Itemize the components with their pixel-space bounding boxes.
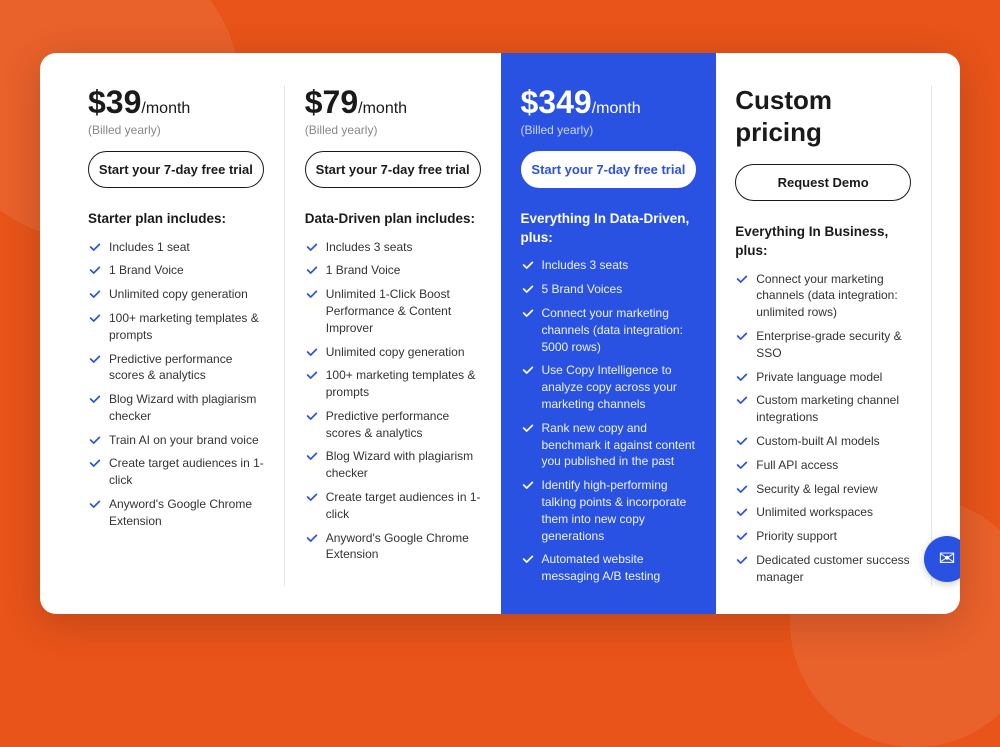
plan-business: $349/month (Billed yearly) Start your 7-… (501, 53, 717, 613)
check-icon (521, 421, 535, 435)
starter-price: $39/month (88, 85, 264, 120)
list-item: Custom-built AI models (735, 433, 911, 450)
check-icon (521, 552, 535, 566)
list-item: Security & legal review (735, 481, 911, 498)
business-feature-list: Includes 3 seats 5 Brand Voices Connect … (521, 257, 697, 585)
check-icon (88, 287, 102, 301)
check-icon (735, 458, 749, 472)
list-item: Unlimited copy generation (305, 344, 481, 361)
check-icon (305, 368, 319, 382)
check-icon (521, 363, 535, 377)
check-icon (305, 263, 319, 277)
pricing-card: $39/month (Billed yearly) Start your 7-d… (40, 53, 960, 613)
check-icon (305, 409, 319, 423)
list-item: Connect your marketing channels (data in… (521, 305, 697, 355)
list-item: Train AI on your brand voice (88, 432, 264, 449)
list-item: Full API access (735, 457, 911, 474)
check-icon (735, 529, 749, 543)
data-driven-feature-list: Includes 3 seats 1 Brand Voice Unlimited… (305, 239, 481, 564)
plan-enterprise: Custom pricing Request Demo Everything I… (715, 85, 932, 585)
list-item: Create target audiences in 1-click (305, 489, 481, 523)
list-item: Includes 1 seat (88, 239, 264, 256)
list-item: 1 Brand Voice (88, 262, 264, 279)
enterprise-feature-list: Connect your marketing channels (data in… (735, 271, 911, 586)
check-icon (305, 531, 319, 545)
check-icon (88, 456, 102, 470)
starter-includes-title: Starter plan includes: (88, 210, 264, 229)
check-icon (88, 392, 102, 406)
check-icon (735, 505, 749, 519)
list-item: Priority support (735, 528, 911, 545)
enterprise-cta-button[interactable]: Request Demo (735, 164, 911, 201)
list-item: Blog Wizard with plagiarism checker (88, 391, 264, 425)
data-driven-includes-title: Data-Driven plan includes: (305, 210, 481, 229)
check-icon (88, 352, 102, 366)
check-icon (88, 240, 102, 254)
check-icon (88, 263, 102, 277)
list-item: Anyword's Google Chrome Extension (88, 496, 264, 530)
list-item: Blog Wizard with plagiarism checker (305, 448, 481, 482)
check-icon (305, 490, 319, 504)
list-item: 100+ marketing templates & prompts (88, 310, 264, 344)
list-item: Includes 3 seats (521, 257, 697, 274)
data-driven-cta-button[interactable]: Start your 7-day free trial (305, 151, 481, 188)
data-driven-price: $79/month (305, 85, 481, 120)
list-item: 5 Brand Voices (521, 281, 697, 298)
check-icon (88, 433, 102, 447)
business-price: $349/month (521, 85, 697, 120)
check-icon (735, 393, 749, 407)
check-icon (305, 345, 319, 359)
list-item: Predictive performance scores & analytic… (305, 408, 481, 442)
check-icon (305, 240, 319, 254)
business-billing: (Billed yearly) (521, 123, 697, 137)
check-icon (735, 272, 749, 286)
starter-feature-list: Includes 1 seat 1 Brand Voice Unlimited … (88, 239, 264, 530)
list-item: 1 Brand Voice (305, 262, 481, 279)
list-item: Connect your marketing channels (data in… (735, 271, 911, 321)
chat-icon: ✉ (939, 546, 956, 571)
enterprise-includes-title: Everything In Business, plus: (735, 223, 911, 261)
list-item: 100+ marketing templates & prompts (305, 367, 481, 401)
check-icon (735, 553, 749, 567)
list-item: Dedicated customer success manager (735, 552, 911, 586)
check-icon (521, 258, 535, 272)
check-icon (88, 497, 102, 511)
enterprise-price: Custom pricing (735, 85, 911, 147)
data-driven-billing: (Billed yearly) (305, 123, 481, 137)
list-item: Private language model (735, 369, 911, 386)
check-icon (521, 478, 535, 492)
list-item: Enterprise-grade security & SSO (735, 328, 911, 362)
check-icon (735, 329, 749, 343)
list-item: Anyword's Google Chrome Extension (305, 530, 481, 564)
check-icon (88, 311, 102, 325)
starter-cta-button[interactable]: Start your 7-day free trial (88, 151, 264, 188)
check-icon (305, 449, 319, 463)
check-icon (735, 370, 749, 384)
list-item: Custom marketing channel integrations (735, 392, 911, 426)
list-item: Automated website messaging A/B testing (521, 551, 697, 585)
plan-data-driven: $79/month (Billed yearly) Start your 7-d… (285, 85, 502, 585)
list-item: Unlimited 1-Click Boost Performance & Co… (305, 286, 481, 336)
list-item: Predictive performance scores & analytic… (88, 351, 264, 385)
business-cta-button[interactable]: Start your 7-day free trial (521, 151, 697, 188)
business-includes-title: Everything In Data-Driven, plus: (521, 210, 697, 248)
list-item: Identify high-performing talking points … (521, 477, 697, 544)
chat-button[interactable]: ✉ (924, 536, 960, 582)
list-item: Create target audiences in 1-click (88, 455, 264, 489)
check-icon (735, 434, 749, 448)
starter-billing: (Billed yearly) (88, 123, 264, 137)
check-icon (305, 287, 319, 301)
list-item: Includes 3 seats (305, 239, 481, 256)
plan-starter: $39/month (Billed yearly) Start your 7-d… (68, 85, 285, 585)
list-item: Unlimited copy generation (88, 286, 264, 303)
list-item: Unlimited workspaces (735, 504, 911, 521)
check-icon (521, 306, 535, 320)
list-item: Rank new copy and benchmark it against c… (521, 420, 697, 470)
list-item: Use Copy Intelligence to analyze copy ac… (521, 362, 697, 412)
check-icon (735, 482, 749, 496)
check-icon (521, 282, 535, 296)
